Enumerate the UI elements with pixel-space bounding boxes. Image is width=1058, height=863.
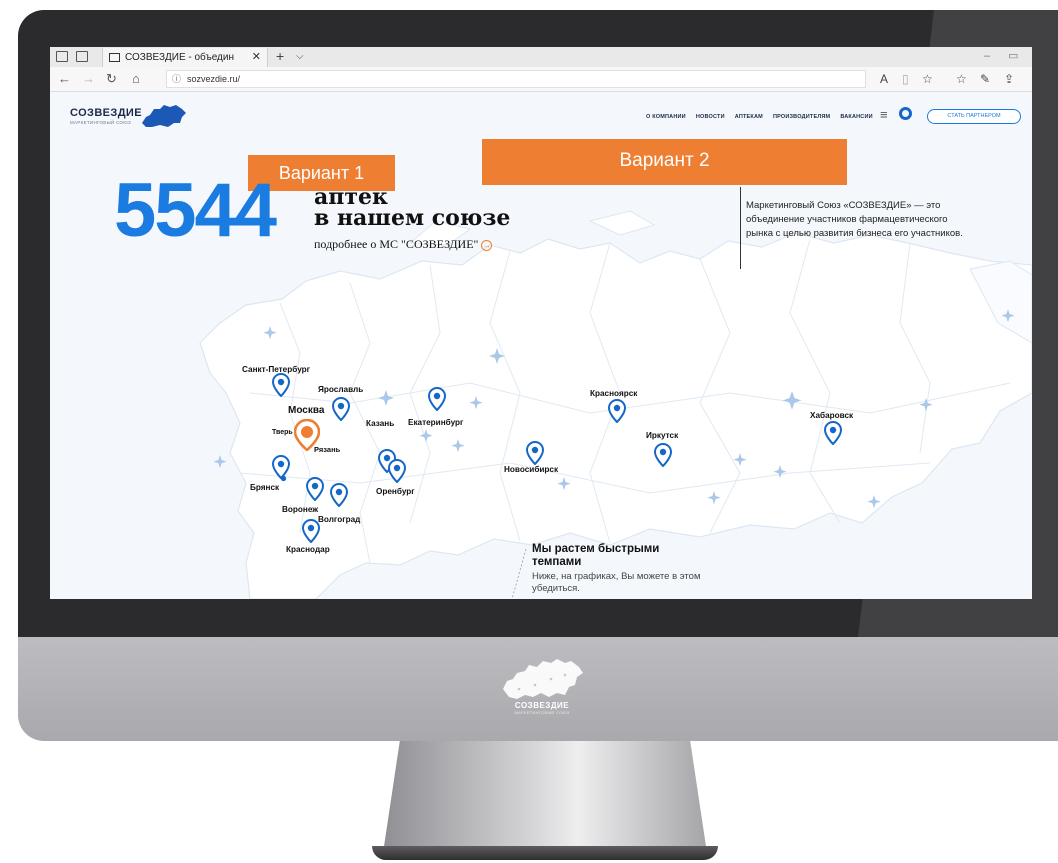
tab-actions-icon[interactable] [56, 51, 68, 62]
monitor-stand [383, 741, 707, 851]
map-pin-icon[interactable] [428, 387, 446, 411]
map-pin-icon[interactable] [824, 421, 842, 445]
back-icon[interactable]: ← [58, 70, 71, 88]
site-logo-name: СОЗВЕЗДИЕ [70, 107, 142, 119]
close-tab-icon[interactable]: ✕ [252, 48, 261, 67]
city-label-ekaterinburg: Екатеринбург [408, 418, 464, 427]
favorite-star-icon[interactable]: ☆ [922, 71, 933, 87]
web-page: СОЗВЕЗДИЕ МАРКЕТИНГОВЫЙ СОЮЗ О КОМПАНИИ … [50, 93, 1032, 599]
chevron-down-icon[interactable]: ⌵ [296, 47, 304, 66]
screen: СОЗВЕЗДИЕ - объедин ✕ + ⌵ – ▭ ← → ↻ ⌂ ⓘ … [50, 47, 1032, 599]
city-label-irkutsk: Иркутск [646, 431, 679, 440]
russia-map-logo-icon [503, 659, 583, 699]
site-logo-sub: МАРКЕТИНГОВЫЙ СОЮЗ [70, 120, 132, 125]
top-navigation: О КОМПАНИИ НОВОСТИ АПТЕКАМ ПРОИЗВОДИТЕЛЯ… [646, 114, 873, 126]
url-field[interactable]: ⓘ sozvezdie.ru/ [166, 70, 866, 88]
nav-manufacturers[interactable]: ПРОИЗВОДИТЕЛЯМ [773, 114, 830, 126]
set-aside-tabs-icon[interactable] [76, 51, 88, 62]
become-partner-button[interactable]: СТАТЬ ПАРТНЕРОМ [927, 109, 1021, 124]
reading-view-icon[interactable]: ▯ [902, 71, 909, 87]
map-pin-icon[interactable] [272, 455, 290, 479]
nav-news[interactable]: НОВОСТИ [696, 114, 725, 126]
forward-icon[interactable]: → [82, 70, 95, 88]
tab-title: СОЗВЕЗДИЕ - объедин [125, 52, 234, 63]
growth-text: Ниже, на графиках, Вы можете в этом убед… [532, 571, 701, 594]
browser-address-bar: ← → ↻ ⌂ ⓘ sozvezdie.ru/ A ▯ ☆ ☆ ✎ ⇪ [50, 67, 1032, 92]
chin-logo-sub: МАРКЕТИНГОВЫЙ СОЮЗ [514, 710, 570, 715]
nav-vacancies[interactable]: ВАКАНСИИ [840, 114, 872, 126]
restore-window-icon[interactable]: ▭ [1008, 47, 1018, 66]
map-pin-icon[interactable] [272, 373, 290, 397]
url-text: sozvezdie.ru/ [187, 74, 241, 84]
city-label-krasnoyarsk: Красноярск [590, 389, 638, 398]
browser-tab-bar: СОЗВЕЗДИЕ - объедин ✕ + ⌵ – ▭ [50, 47, 1032, 67]
growth-title: Мы растем быстрыми темпами [532, 543, 660, 568]
site-logo[interactable]: СОЗВЕЗДИЕ МАРКЕТИНГОВЫЙ СОЮЗ [70, 105, 186, 127]
home-icon[interactable]: ⌂ [132, 70, 140, 88]
map-pin-icon[interactable] [306, 477, 324, 501]
map-pin-icon[interactable] [388, 459, 406, 483]
info-icon[interactable]: ⓘ [172, 71, 181, 87]
city-label-tver: Тверь [272, 429, 293, 436]
nav-pharmacies[interactable]: АПТЕКАМ [735, 114, 763, 126]
map-pin-icon[interactable] [330, 483, 348, 507]
map-pin-icon[interactable] [526, 441, 544, 465]
city-label-kazan: Казань [366, 419, 395, 428]
chin-logo-name: СОЗВЕЗДИЕ [514, 701, 570, 710]
monitor-stand-base [372, 846, 718, 860]
russia-map-logo-icon [142, 105, 186, 127]
profile-icon[interactable] [899, 107, 912, 120]
new-tab-icon[interactable]: + [276, 47, 284, 66]
share-icon[interactable]: ⇪ [1004, 71, 1014, 87]
nav-about[interactable]: О КОМПАНИИ [646, 114, 686, 126]
map-pin-icon[interactable] [608, 399, 626, 423]
city-label-voronezh: Воронеж [282, 505, 319, 514]
pharmacy-count: 5544 [114, 168, 277, 253]
map-pin-icon[interactable] [654, 443, 672, 467]
city-label-bryansk: Брянск [250, 483, 280, 492]
city-label-spb: Санкт-Петербург [242, 365, 311, 374]
city-label-yaroslavl: Ярославль [318, 385, 364, 394]
page-favicon-icon [109, 53, 120, 62]
about-divider [740, 187, 741, 269]
pen-icon[interactable]: ✎ [980, 71, 990, 87]
refresh-icon[interactable]: ↻ [106, 70, 117, 88]
hero-title: аптек в нашем союзе [314, 186, 511, 231]
city-label-ryazan: Рязань [314, 445, 341, 454]
map-pin-icon[interactable] [332, 397, 350, 421]
read-aloud-icon[interactable]: A [880, 71, 888, 87]
city-label-krasnodar: Краснодар [286, 545, 330, 554]
hamburger-menu-icon[interactable]: ≡ [880, 107, 888, 122]
city-label-novosibirsk: Новосибирск [504, 465, 559, 474]
city-label-orenburg: Оренбург [376, 487, 415, 496]
city-label-khabarovsk: Хабаровск [810, 411, 854, 420]
about-link[interactable]: подробнее о МС "СОЗВЕЗДИЕ" → [314, 237, 493, 252]
arrow-right-circle-icon[interactable]: → [481, 239, 493, 251]
about-text: Маркетинговый Союз «СОЗВЕЗДИЕ» — это объ… [746, 200, 963, 239]
city-label-volgograd: Волгоград [318, 515, 361, 524]
minimize-window-icon[interactable]: – [984, 47, 990, 66]
about-link-text: подробнее о МС "СОЗВЕЗДИЕ" [314, 237, 479, 251]
browser-tab[interactable]: СОЗВЕЗДИЕ - объедин ✕ [102, 48, 268, 67]
city-label-moscow: Москва [288, 405, 325, 416]
hero-title-line-2: в нашем союзе [314, 205, 511, 231]
favorites-list-icon[interactable]: ☆ [956, 71, 967, 87]
chin-logo: СОЗВЕЗДИЕ МАРКЕТИНГОВЫЙ СОЮЗ [492, 655, 592, 735]
variant-2-badge: Вариант 2 [482, 139, 847, 185]
